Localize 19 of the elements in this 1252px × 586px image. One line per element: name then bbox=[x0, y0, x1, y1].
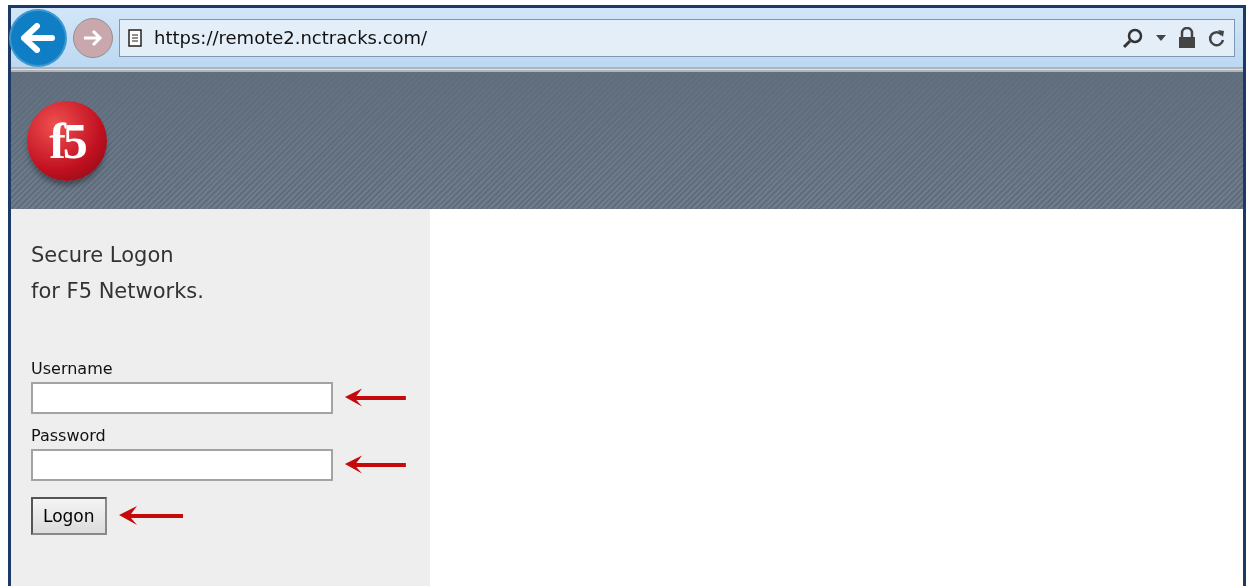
logon-button[interactable]: Logon bbox=[31, 497, 107, 535]
field-label: Username bbox=[31, 359, 114, 378]
input-field[interactable] bbox=[31, 382, 334, 414]
login-subtitle: for F5 Networks. bbox=[31, 278, 205, 305]
dropdown-caret-icon[interactable] bbox=[1156, 34, 1166, 41]
login-title: Secure Logon bbox=[31, 242, 175, 269]
right-arrow-icon bbox=[82, 28, 104, 47]
field-label: Password bbox=[31, 426, 107, 445]
address-bar[interactable]: https://remote2.nctracks.com/ bbox=[119, 18, 1235, 57]
back-button[interactable] bbox=[9, 8, 67, 67]
refresh-icon[interactable] bbox=[1208, 27, 1226, 48]
left-arrow-icon bbox=[21, 22, 55, 53]
logo: f5 bbox=[27, 100, 107, 181]
url-text: https://remote2.nctracks.com/ bbox=[154, 27, 429, 48]
forward-button[interactable] bbox=[73, 17, 113, 58]
search-icon[interactable] bbox=[1122, 26, 1144, 49]
lock-icon bbox=[1178, 26, 1196, 49]
input-field[interactable] bbox=[31, 449, 334, 481]
page-icon bbox=[128, 28, 142, 47]
